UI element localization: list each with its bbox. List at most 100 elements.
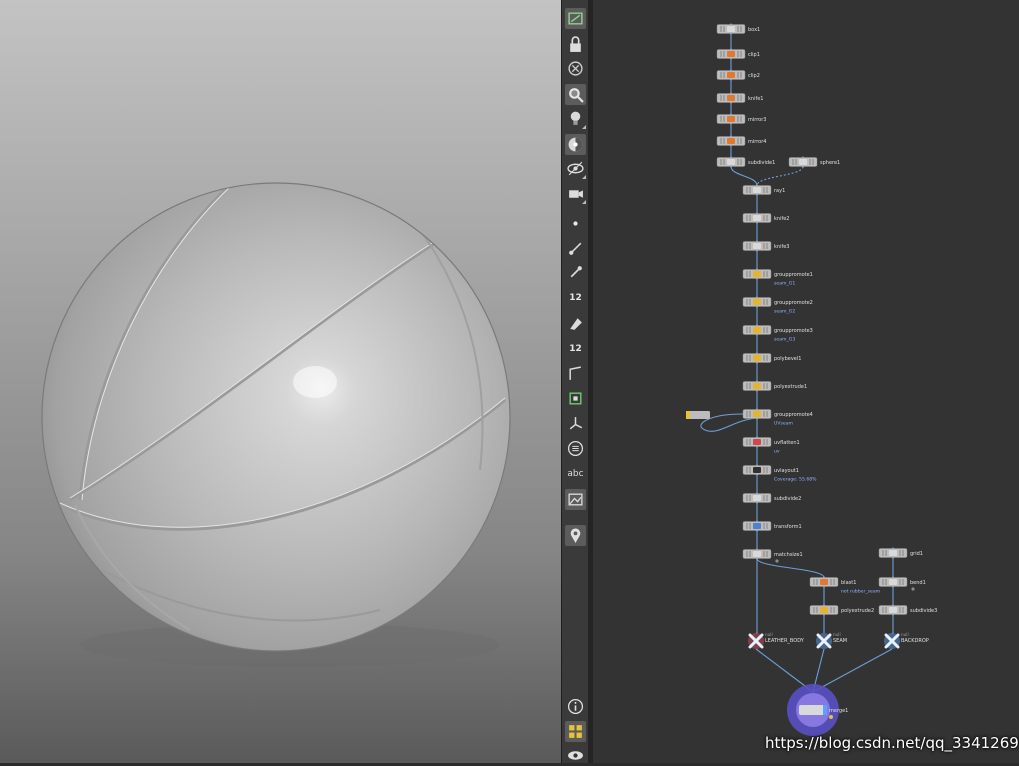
node-label: subdivide3: [910, 608, 937, 614]
polyextrude1-node[interactable]: polyextrude1: [742, 380, 807, 392]
node-type-icon: [753, 383, 761, 389]
node-type-icon: [820, 579, 828, 585]
node-label: subdivide2: [774, 496, 801, 502]
point-numbers-icon[interactable]: 12: [565, 287, 586, 308]
transform1-node[interactable]: transform1: [742, 520, 802, 532]
node-type-icon: [799, 159, 807, 165]
node-detail: uv: [774, 450, 780, 455]
node-wire: [756, 166, 804, 186]
matchsize1-node[interactable]: matchsize1: [742, 548, 803, 560]
lightbulb-icon[interactable]: [565, 108, 586, 129]
subdivide2-node[interactable]: subdivide2: [742, 492, 801, 504]
edge-icon[interactable]: [565, 363, 586, 384]
leather-null-node[interactable]: nullLEATHER_BODY: [748, 632, 805, 649]
lock-icon[interactable]: [565, 34, 586, 55]
node-label: subdivide1: [748, 160, 775, 166]
erase-icon[interactable]: [565, 313, 586, 334]
shading-icon[interactable]: [565, 134, 586, 155]
backdrop-null-node[interactable]: nullBACKDROP: [884, 632, 929, 649]
node-type-icon: [727, 159, 735, 165]
bend1-node[interactable]: bend1: [878, 576, 926, 588]
display-list-icon[interactable]: [565, 438, 586, 459]
polybevel1-node[interactable]: polybevel1: [742, 352, 801, 364]
node-label: grouppromote4: [774, 412, 813, 418]
viewport-scene: [41, 182, 511, 667]
null-label: LEATHER_BODY: [765, 638, 805, 644]
node-type-icon: [727, 116, 735, 122]
node-label: grouppromote3: [774, 328, 813, 334]
3d-viewport[interactable]: [0, 0, 561, 763]
knife1-node[interactable]: knife1: [716, 92, 763, 104]
prim-numbers-icon[interactable]: 12: [565, 338, 586, 359]
merge-badge: [829, 715, 833, 719]
seam-null-node[interactable]: nullSEAM: [816, 632, 847, 649]
grouppromote1-node[interactable]: grouppromote1 seam_G1: [742, 268, 813, 287]
node-type-icon: [753, 551, 761, 557]
node-graph: merge1nullLEATHER_BODYnullSEAMnullBACKDR…: [686, 23, 937, 736]
point-normals-icon[interactable]: [565, 262, 586, 283]
grid1-node[interactable]: grid1: [878, 547, 923, 559]
quad-view-icon[interactable]: [565, 721, 586, 742]
subdivide3-node[interactable]: subdivide3: [878, 604, 937, 616]
sphere1-node[interactable]: sphere1: [788, 156, 840, 168]
normals-icon[interactable]: [565, 238, 586, 259]
node-label: clip2: [748, 73, 760, 79]
box1-node[interactable]: box1: [716, 23, 760, 35]
node-type-icon: [753, 439, 761, 445]
node-label: knife2: [774, 216, 789, 222]
grouppromote2-node[interactable]: grouppromote2 seam_G2: [742, 296, 813, 315]
mirror4-node[interactable]: mirror4: [716, 135, 766, 147]
node-type-icon: [753, 411, 761, 417]
node-type-icon: [753, 271, 761, 277]
close-circle-icon[interactable]: [565, 58, 586, 79]
handle-icon[interactable]: [565, 413, 586, 434]
mirror3-node[interactable]: mirror3: [716, 113, 766, 125]
grouppromote4-node[interactable]: grouppromote4 UVseam: [742, 408, 813, 427]
point-icon[interactable]: [565, 213, 586, 234]
basketball-sphere[interactable]: [42, 183, 510, 651]
node-label: matchsize1: [774, 552, 803, 558]
location-pin-icon[interactable]: [565, 525, 586, 546]
grouppromote3-node[interactable]: grouppromote3 seam_G3: [742, 324, 813, 343]
node-label: polyextrude1: [774, 384, 807, 390]
blast1-node[interactable]: blast1 not rubber_seam: [809, 576, 881, 595]
uvlayout1-node[interactable]: uvlayout1 Coverage: 55.68%: [742, 464, 817, 483]
node-type-icon: [753, 243, 761, 249]
node-detail: Coverage: 55.68%: [774, 477, 817, 483]
merge1-node[interactable]: [799, 705, 827, 715]
node-label: box1: [748, 27, 760, 33]
node-label: mirror3: [748, 117, 766, 123]
node-type-icon: [753, 187, 761, 193]
clip1-node[interactable]: clip1: [716, 48, 760, 60]
node-detail: not rubber_seam: [841, 589, 881, 595]
node-label: sphere1: [820, 160, 840, 166]
uvflatten1-node[interactable]: uvflatten1 uv: [742, 436, 800, 455]
node-type-icon: [753, 523, 761, 529]
node-detail: seam_G2: [774, 309, 795, 315]
node-type-icon: [753, 495, 761, 501]
camera-icon[interactable]: [565, 183, 586, 204]
knife3-node[interactable]: knife3: [742, 240, 789, 252]
knife2-node[interactable]: knife2: [742, 212, 789, 224]
node-type-icon: [753, 355, 761, 361]
node-type-icon: [727, 95, 735, 101]
node-wire: [812, 648, 893, 693]
node-label: polyextrude2: [841, 608, 874, 614]
ray1-node[interactable]: ray1: [742, 184, 785, 196]
polyextrude2-node[interactable]: polyextrude2: [809, 604, 874, 616]
background-image-icon[interactable]: [565, 489, 586, 510]
info-icon[interactable]: [565, 696, 586, 717]
text-icon[interactable]: abc: [565, 463, 586, 484]
select-display-icon[interactable]: [565, 8, 586, 29]
clip2-node[interactable]: clip2: [716, 69, 760, 81]
snap-grid-icon[interactable]: [565, 388, 586, 409]
null-header: null: [901, 632, 909, 637]
visibility-icon[interactable]: [565, 158, 586, 179]
node-label: blast1: [841, 580, 856, 586]
node-type-icon: [889, 550, 897, 556]
node-label: polybevel1: [774, 356, 801, 362]
magnify-icon[interactable]: [565, 84, 586, 105]
node-label: uvlayout1: [774, 468, 799, 474]
network-editor[interactable]: merge1 null LEATHER_BODY null SEAM null BACKDR…: [593, 0, 1019, 763]
subdivide1-node[interactable]: subdivide1: [716, 156, 775, 168]
